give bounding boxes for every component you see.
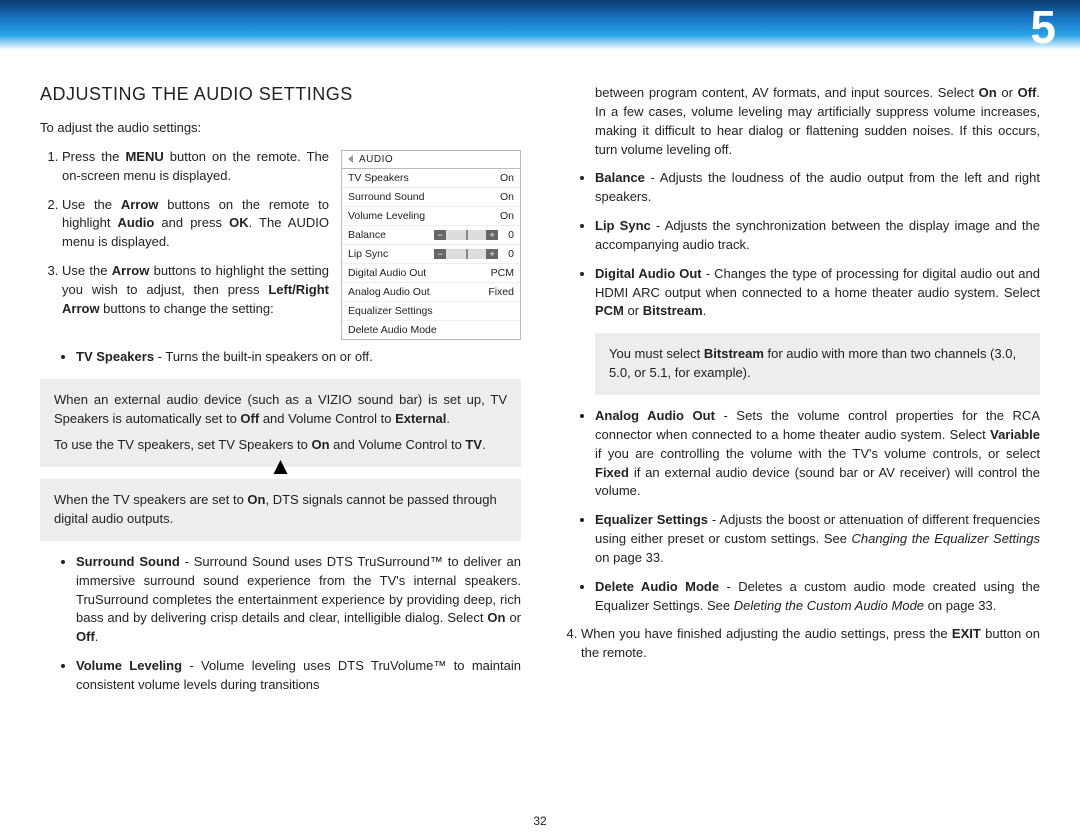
page-number: 32 — [533, 814, 546, 828]
menu-row: TV SpeakersOn — [342, 169, 520, 188]
right-bullets-1: Balance - Adjusts the loudness of the au… — [559, 169, 1040, 321]
menu-row: Equalizer Settings — [342, 302, 520, 321]
menu-row: Surround SoundOn — [342, 188, 520, 207]
bullet-delete-mode: Delete Audio Mode - Deletes a custom aud… — [595, 578, 1040, 616]
menu-row: Lip Sync −+ 0 — [342, 245, 520, 264]
slider-icon: −+ — [434, 249, 498, 259]
intro-text: To adjust the audio settings: — [40, 119, 521, 138]
right-bullets-2: Analog Audio Out - Sets the volume contr… — [559, 407, 1040, 615]
bullet-digital-audio-out: Digital Audio Out - Changes the type of … — [595, 265, 1040, 322]
menu-row: Volume LevelingOn — [342, 207, 520, 226]
bullet-tv-speakers: TV Speakers - Turns the built-in speaker… — [76, 348, 521, 367]
setting-bullets-top: TV Speakers - Turns the built-in speaker… — [40, 348, 521, 367]
slider-icon: −+ — [434, 230, 498, 240]
volume-leveling-cont: between program content, AV formats, and… — [559, 84, 1040, 159]
bullet-lip-sync: Lip Sync - Adjusts the synchronization b… — [595, 217, 1040, 255]
right-column: between program content, AV formats, and… — [559, 84, 1040, 705]
audio-menu-title: AUDIO — [359, 154, 393, 165]
header-band: 5 — [0, 0, 1080, 50]
setting-bullets-bottom: Surround Sound - Surround Sound uses DTS… — [40, 553, 521, 695]
note-bitstream: You must select Bitstream for audio with… — [595, 333, 1040, 395]
back-icon — [348, 155, 353, 163]
warning-icon: ▲ — [269, 455, 293, 479]
bullet-balance: Balance - Adjusts the loudness of the au… — [595, 169, 1040, 207]
audio-menu-mock: AUDIO TV SpeakersOn Surround SoundOn Vol… — [341, 150, 521, 340]
bullet-volume-leveling: Volume Leveling - Volume leveling uses D… — [76, 657, 521, 695]
page-body: ADJUSTING THE AUDIO SETTINGS To adjust t… — [0, 50, 1080, 705]
menu-row: Digital Audio OutPCM — [342, 264, 520, 283]
warning-dts: ▲ When the TV speakers are set to On, DT… — [40, 479, 521, 541]
audio-menu-header: AUDIO — [342, 151, 520, 169]
menu-row: Balance −+ 0 — [342, 226, 520, 245]
menu-row: Analog Audio OutFixed — [342, 283, 520, 302]
left-column: ADJUSTING THE AUDIO SETTINGS To adjust t… — [40, 84, 521, 705]
bullet-equalizer: Equalizer Settings - Adjusts the boost o… — [595, 511, 1040, 568]
bullet-analog-audio-out: Analog Audio Out - Sets the volume contr… — [595, 407, 1040, 501]
bullet-surround: Surround Sound - Surround Sound uses DTS… — [76, 553, 521, 647]
menu-row: Delete Audio Mode — [342, 321, 520, 339]
section-title: ADJUSTING THE AUDIO SETTINGS — [40, 84, 521, 105]
chapter-number: 5 — [1030, 0, 1056, 54]
step-4: When you have finished adjusting the aud… — [581, 625, 1040, 663]
steps-list-cont: When you have finished adjusting the aud… — [559, 625, 1040, 663]
